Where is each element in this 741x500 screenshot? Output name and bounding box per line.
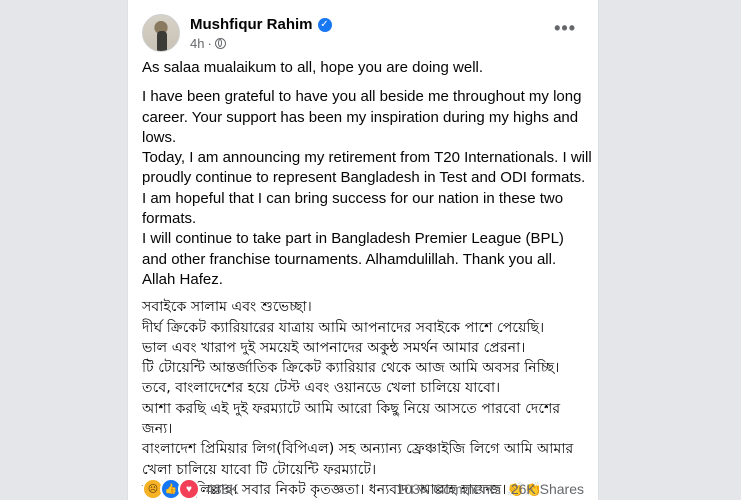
engagement-stats: 103K Comments 26K Shares — [397, 481, 584, 497]
author-row: Mushfiqur Rahim ✓ — [190, 16, 332, 33]
reactions-summary[interactable]: ☹ 👍 ♥ 438K — [142, 478, 239, 500]
bangla-section: সবাইকে সালাম এবং শুভেচ্ছা। দীর্ঘ ক্রিকেট… — [142, 297, 592, 500]
post-time[interactable]: 4h — [190, 36, 204, 51]
love-reaction-icon: ♥ — [178, 478, 200, 500]
author-name[interactable]: Mushfiqur Rahim — [190, 16, 313, 33]
post-footer: ☹ 👍 ♥ 438K 103K Comments 26K Shares — [142, 478, 584, 500]
bangla-line-6: বাংলাদেশ প্রিমিয়ার লিগ(বিপিএল) সহ অন্যা… — [142, 441, 574, 478]
post-body: As salaa mualaikum to all, hope you are … — [142, 58, 592, 500]
verified-badge-icon: ✓ — [317, 17, 332, 32]
globe-icon — [214, 38, 226, 49]
english-line-2: I have been grateful to have you all bes… — [142, 88, 582, 146]
bangla-line-1: সবাইকে সালাম এবং শুভেচ্ছা। — [142, 299, 312, 316]
post-header: Mushfiqur Rahim ✓ 4h · ••• — [142, 12, 586, 54]
english-line-4: I will continue to take part in Banglade… — [142, 230, 564, 288]
comments-count[interactable]: 103K Comments — [397, 481, 501, 497]
post-meta: 4h · — [190, 36, 226, 51]
bangla-line-3: ভাল এবং খারাপ দুই সময়েই আপনাদের অকুন্ঠ … — [142, 339, 526, 356]
post-card: Mushfiqur Rahim ✓ 4h · ••• As salaa mual… — [127, 0, 599, 500]
bangla-line-2: দীর্ঘ ক্রিকেট ক্যারিয়ারের যাত্রায় আমি … — [142, 319, 545, 336]
bangla-line-4: টি টোয়েন্টি আন্তর্জাতিক ক্রিকেট ক্যারিয… — [142, 360, 560, 397]
author-avatar[interactable] — [142, 14, 180, 52]
bangla-line-5: আশা করছি এই দুই ফরম্যাটে আমি আরো কিছু নি… — [142, 400, 561, 438]
english-line-1: As salaa mualaikum to all, hope you are … — [142, 59, 484, 76]
more-options-button[interactable]: ••• — [554, 18, 576, 39]
shares-count[interactable]: 26K Shares — [511, 481, 584, 497]
reaction-count[interactable]: 438K — [206, 481, 239, 497]
english-line-3: Today, I am announcing my retirement fro… — [142, 149, 592, 228]
meta-separator: · — [207, 36, 212, 51]
